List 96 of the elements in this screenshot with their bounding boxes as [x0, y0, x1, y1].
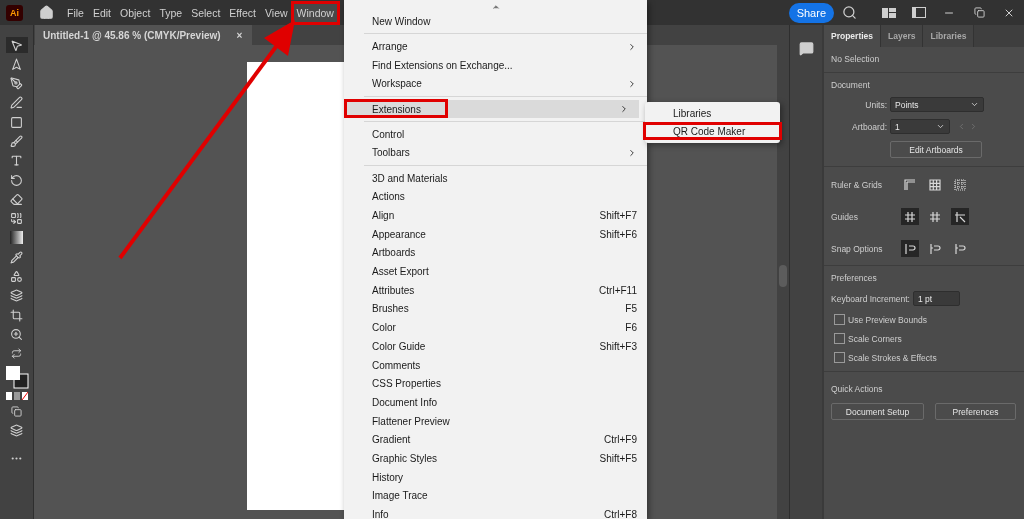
eraser-tool-icon[interactable]: [10, 192, 23, 206]
menu-item[interactable]: Window: [293, 3, 337, 22]
menu-item[interactable]: New Window: [344, 12, 647, 31]
fill-stroke-icon[interactable]: [4, 365, 29, 390]
section-heading: Preferences: [831, 273, 878, 283]
menu-item[interactable]: Align Shift+F7: [344, 206, 647, 225]
selection-tool-icon[interactable]: [10, 38, 23, 52]
menu-item[interactable]: Toolbars: [344, 143, 647, 163]
ruler-toggle-icon[interactable]: [926, 176, 944, 193]
shortcut: Ctrl+F11: [599, 284, 637, 296]
menu-item[interactable]: Actions: [344, 187, 647, 207]
shortcut: Ctrl+F9: [603, 434, 637, 446]
artboard-label: Artboard:: [851, 121, 887, 132]
guides-toggle-icon[interactable]: [901, 208, 919, 225]
menu-item[interactable]: Comments: [344, 355, 647, 375]
menu-item[interactable]: Flattener Preview: [344, 411, 647, 431]
option-checkbox[interactable]: Scale Strokes & Effects: [831, 352, 1018, 363]
menu-item[interactable]: Object: [117, 3, 154, 22]
crop-tool-icon[interactable]: [10, 308, 23, 322]
menu-item[interactable]: Asset Export: [344, 262, 647, 281]
menu-item[interactable]: View: [262, 3, 291, 22]
scrollbar-thumb[interactable]: [779, 265, 787, 287]
comments-icon[interactable]: [798, 41, 814, 56]
menu-item[interactable]: Attributes Ctrl+F11: [344, 280, 647, 300]
snap-toggle-icon[interactable]: [901, 240, 919, 257]
zoom-tool-icon[interactable]: [10, 327, 23, 341]
close-tab-icon[interactable]: ×: [236, 29, 243, 41]
pen-tool-icon[interactable]: [10, 77, 23, 91]
units-label: Units:: [864, 99, 887, 110]
eyedropper-tool-icon[interactable]: [10, 250, 23, 264]
menu-item[interactable]: Workspace: [344, 74, 647, 94]
menu-item[interactable]: Artboards: [344, 243, 647, 263]
shapes-tool-icon[interactable]: [10, 270, 23, 284]
menu-item[interactable]: Arrange: [344, 37, 647, 56]
caret-icon: [936, 122, 945, 131]
shortcut: F6: [625, 322, 637, 334]
menu-item[interactable]: Type: [156, 3, 186, 22]
menu-item[interactable]: Color Guide Shift+F3: [344, 337, 647, 356]
document-tab[interactable]: Untitled-1 @ 45.86 % (CMYK/Preview) ×: [35, 25, 253, 45]
menu-item[interactable]: Extensions: [344, 99, 639, 119]
menu-item[interactable]: 3D and Materials: [344, 168, 647, 188]
panel-tab[interactable]: Properties: [824, 25, 882, 47]
menu-item[interactable]: Image Trace: [344, 486, 647, 506]
section-heading: Document: [831, 80, 871, 90]
menu-item[interactable]: Document Info: [344, 393, 647, 412]
menu-item[interactable]: Find Extensions on Exchange...: [344, 55, 647, 75]
section-label: Ruler & Grids: [831, 179, 883, 190]
selection-status: No Selection: [831, 54, 881, 64]
quick-action-button[interactable]: Document Setup: [831, 403, 924, 420]
menu-item[interactable]: Libraries: [645, 104, 780, 122]
guides-toggle-icon[interactable]: [951, 208, 969, 225]
shortcut: Shift+F6: [599, 228, 637, 240]
menu-item[interactable]: File: [64, 3, 87, 22]
rectangle-tool-icon[interactable]: [10, 115, 23, 129]
rotate-tool-icon[interactable]: [10, 173, 23, 187]
type-tool-icon[interactable]: [10, 154, 23, 168]
shortcut: Shift+F5: [599, 452, 637, 464]
quick-action-button[interactable]: Preferences: [935, 403, 1016, 420]
color-mode-icon[interactable]: [5, 392, 28, 401]
shortcut: F5: [625, 303, 637, 315]
menu-item[interactable]: Info Ctrl+F8: [344, 505, 647, 519]
shortcut: Shift+F3: [599, 340, 637, 352]
edit-artboards-button[interactable]: Edit Artboards: [890, 141, 982, 158]
menu-item[interactable]: Graphic Styles Shift+F5: [344, 449, 647, 468]
shortcut: Ctrl+F8: [603, 509, 637, 519]
menu-item[interactable]: Appearance Shift+F6: [344, 224, 647, 244]
increment-field[interactable]: 1 pt: [912, 291, 960, 306]
section-label: Guides: [831, 211, 859, 222]
section-heading: Quick Actions: [831, 384, 884, 394]
direct-selection-tool-icon[interactable]: [10, 57, 23, 71]
caret-icon: [970, 100, 979, 109]
gradient-tool-icon[interactable]: [10, 231, 23, 245]
option-checkbox[interactable]: Use Preview Bounds: [831, 314, 1018, 325]
panel-tab[interactable]: Libraries: [923, 25, 975, 47]
menu-item[interactable]: History: [344, 467, 647, 487]
ruler-toggle-icon[interactable]: [951, 176, 969, 193]
brush-tool-icon[interactable]: [10, 135, 23, 148]
menu-item[interactable]: Effect: [226, 3, 259, 22]
layers-tool-icon[interactable]: [10, 289, 23, 303]
app-logo: Ai: [6, 4, 23, 21]
menu-item[interactable]: CSS Properties: [344, 374, 647, 394]
units-dropdown[interactable]: Points: [890, 97, 984, 112]
section-label: Snap Options: [831, 243, 884, 254]
share-button[interactable]: Share: [788, 2, 834, 23]
menu-item[interactable]: Select: [188, 3, 224, 22]
artboard-dropdown[interactable]: 1: [890, 119, 950, 134]
menu-item[interactable]: Edit: [89, 3, 114, 22]
scroll-up-icon[interactable]: [490, 2, 501, 12]
increment-label: Keyboard Increment:: [831, 293, 910, 304]
menu-item[interactable]: Gradient Ctrl+F9: [344, 430, 647, 450]
option-checkbox[interactable]: Scale Corners: [831, 333, 1018, 344]
shortcut: Shift+F7: [599, 210, 637, 222]
pen-line-tool-icon[interactable]: [10, 96, 23, 110]
panel-tab[interactable]: Layers: [881, 25, 924, 47]
menu-item[interactable]: Brushes F5: [344, 299, 647, 319]
menu-item[interactable]: Color F6: [344, 318, 647, 337]
